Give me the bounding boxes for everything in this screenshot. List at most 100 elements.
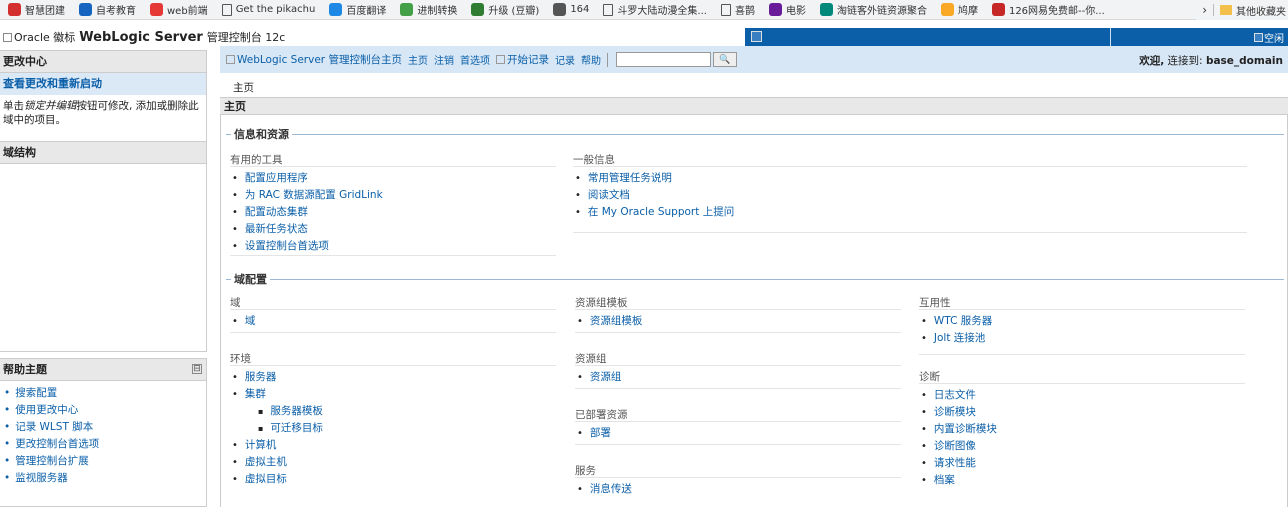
help-topic-link[interactable]: 监视服务器	[4, 470, 206, 487]
bookmark-item[interactable]: 升级 (豆瓣)	[471, 2, 539, 17]
bookmark-label: 电影	[785, 6, 806, 17]
nav-link[interactable]: 请求性能	[919, 455, 1245, 472]
bookmark-item[interactable]: 淘链客外链资源聚合	[819, 2, 927, 17]
help-link[interactable]: 帮助	[581, 52, 601, 67]
bookmark-item[interactable]: Get the pikachu	[221, 3, 315, 16]
section-dash	[226, 278, 231, 280]
search-button[interactable]: 🔍	[712, 52, 737, 67]
general-info-list: 常用管理任务说明阅读文档在 My Oracle Support 上提问	[573, 170, 1247, 233]
nav-link[interactable]: 诊断图像	[919, 438, 1245, 455]
help-topics-panel: 帮助主题 ⊟ 搜索配置使用更改中心记录 WLST 脚本更改控制台首选项管理控制台…	[0, 358, 207, 507]
bookmark-item[interactable]: 126网易免费邮--你...	[991, 2, 1105, 17]
brand-name: WebLogic Server	[79, 29, 203, 45]
home-image-link[interactable]: WebLogic Server 管理控制台主页	[226, 52, 402, 67]
interoperability-title: 互用性	[919, 296, 1245, 310]
nav-link[interactable]: 虚拟目标	[230, 471, 556, 488]
info-section-header: 信息和资源	[226, 126, 1284, 142]
nav-link[interactable]: 虚拟主机	[230, 454, 556, 471]
bookmark-label: 126网易免费邮--你...	[1008, 6, 1105, 17]
deployed-resources-group: 已部署资源 部署	[575, 408, 901, 445]
domain-list: 域	[230, 313, 556, 333]
bookmark-item[interactable]: 进制转换	[400, 2, 457, 17]
nav-link[interactable]: WTC 服务器	[919, 313, 1245, 330]
bookmark-item[interactable]: 164	[553, 3, 589, 16]
bookmark-item[interactable]: 百度翻译	[329, 2, 386, 17]
search-input[interactable]	[615, 52, 711, 67]
breadcrumb[interactable]: 主页	[233, 80, 254, 95]
nav-link[interactable]: 档案	[919, 472, 1245, 489]
help-topics-title: 帮助主题 ⊟	[0, 359, 206, 381]
6v-icon	[768, 3, 782, 16]
nav-link[interactable]: 域	[230, 313, 556, 330]
nav-link[interactable]: Jolt 连接池	[919, 330, 1245, 347]
nav-link[interactable]: 部署	[575, 425, 901, 442]
help-topic-link[interactable]: 搜索配置	[4, 385, 206, 402]
brand: Oracle 徽标 WebLogic Server 管理控制台 12c	[0, 28, 745, 46]
nav-link[interactable]: 资源组	[575, 369, 901, 386]
preferences-link[interactable]: 首选项	[460, 52, 490, 67]
nav-link[interactable]: 内置诊断模块	[919, 421, 1245, 438]
bookmark-item[interactable]: 自考教育	[79, 2, 136, 17]
nav-link[interactable]: 消息传送	[575, 481, 901, 498]
nav-link[interactable]: 在 My Oracle Support 上提问	[573, 204, 1247, 221]
bookmark-item[interactable]: 喜鹊	[720, 2, 755, 17]
info-section-title: 信息和资源	[234, 128, 289, 141]
bookmark-item[interactable]: 鸠摩	[940, 2, 978, 17]
other-bookmarks-button[interactable]: 其他收藏夹	[1236, 3, 1288, 18]
interoperability-group: 互用性 WTC 服务器Jolt 连接池	[919, 296, 1245, 355]
nav-link[interactable]: 配置动态集群	[230, 204, 556, 221]
nav-link[interactable]: 为 RAC 数据源配置 GridLink	[230, 187, 556, 204]
mail-icon	[991, 3, 1005, 16]
bookmarks-more-button[interactable]: ›	[1202, 3, 1207, 17]
search-icon: 🔍	[719, 54, 731, 65]
help-topic-link[interactable]: 使用更改中心	[4, 402, 206, 419]
help-topics-title-text: 帮助主题	[3, 363, 47, 376]
flower-icon	[400, 3, 414, 16]
help-topic-link[interactable]: 记录 WLST 脚本	[4, 419, 206, 436]
nav-sub-link[interactable]: 服务器模板	[230, 403, 556, 420]
logout-link[interactable]: 注销	[434, 52, 454, 67]
nav-link[interactable]: 资源组模板	[575, 313, 901, 330]
services-title: 服务	[575, 464, 901, 478]
deployed-resources-list: 部署	[575, 425, 901, 445]
change-center-title: 更改中心	[0, 51, 206, 73]
nav-link[interactable]: 常用管理任务说明	[573, 170, 1247, 187]
nav-link[interactable]: 配置应用程序	[230, 170, 556, 187]
domain-group: 域 域	[230, 296, 556, 333]
domain-structure-title: 域结构	[0, 142, 206, 164]
record-image-link[interactable]: 开始记录	[495, 52, 549, 67]
bookmark-label: 淘链客外链资源聚合	[836, 6, 927, 17]
bookmark-item[interactable]: 智慧团建	[8, 2, 65, 17]
bookmark-item[interactable]: 斗罗大陆动漫全集...	[603, 2, 707, 17]
home-link[interactable]: 主页	[408, 52, 428, 67]
home-image-alt: WebLogic Server 管理控制台主页	[237, 54, 402, 66]
bookmark-label: web前端	[167, 6, 208, 17]
bookmark-item[interactable]: web前端	[150, 2, 208, 17]
nav-sub-link[interactable]: 可迁移目标	[230, 420, 556, 437]
desc-emphasis: 锁定并编辑	[24, 100, 77, 112]
section-line	[270, 278, 1284, 280]
diagnostics-group: 诊断 日志文件诊断模块内置诊断模块诊断图像请求性能档案	[919, 370, 1245, 489]
domain-group-title: 域	[230, 296, 556, 310]
nav-link[interactable]: 日志文件	[919, 387, 1245, 404]
nav-link[interactable]: 计算机	[230, 437, 556, 454]
view-changes-link[interactable]: 查看更改和重新启动	[0, 73, 206, 95]
nav-link[interactable]: 阅读文档	[573, 187, 1247, 204]
nav-link[interactable]: 集群	[230, 386, 556, 403]
nav-link[interactable]: 最新任务状态	[230, 221, 556, 238]
record-link[interactable]: 记录	[555, 52, 575, 67]
collapse-icon[interactable]: ⊟	[192, 364, 202, 374]
nav-link[interactable]: 服务器	[230, 369, 556, 386]
connected-label: 连接到:	[1167, 55, 1203, 67]
services-group: 服务 消息传送	[575, 464, 901, 498]
swirl-icon	[150, 3, 163, 16]
page-icon	[603, 3, 614, 16]
bookmarks-separator	[1213, 4, 1214, 16]
help-topic-link[interactable]: 管理控制台扩展	[4, 453, 206, 470]
nav-link[interactable]: 设置控制台首选项	[230, 238, 556, 255]
nav-link[interactable]: 诊断模块	[919, 404, 1245, 421]
domain-config-section-title: 域配置	[234, 273, 267, 286]
bookmark-item[interactable]: 电影	[768, 2, 806, 17]
page-title: 主页	[220, 97, 1288, 115]
help-topic-link[interactable]: 更改控制台首选项	[4, 436, 206, 453]
